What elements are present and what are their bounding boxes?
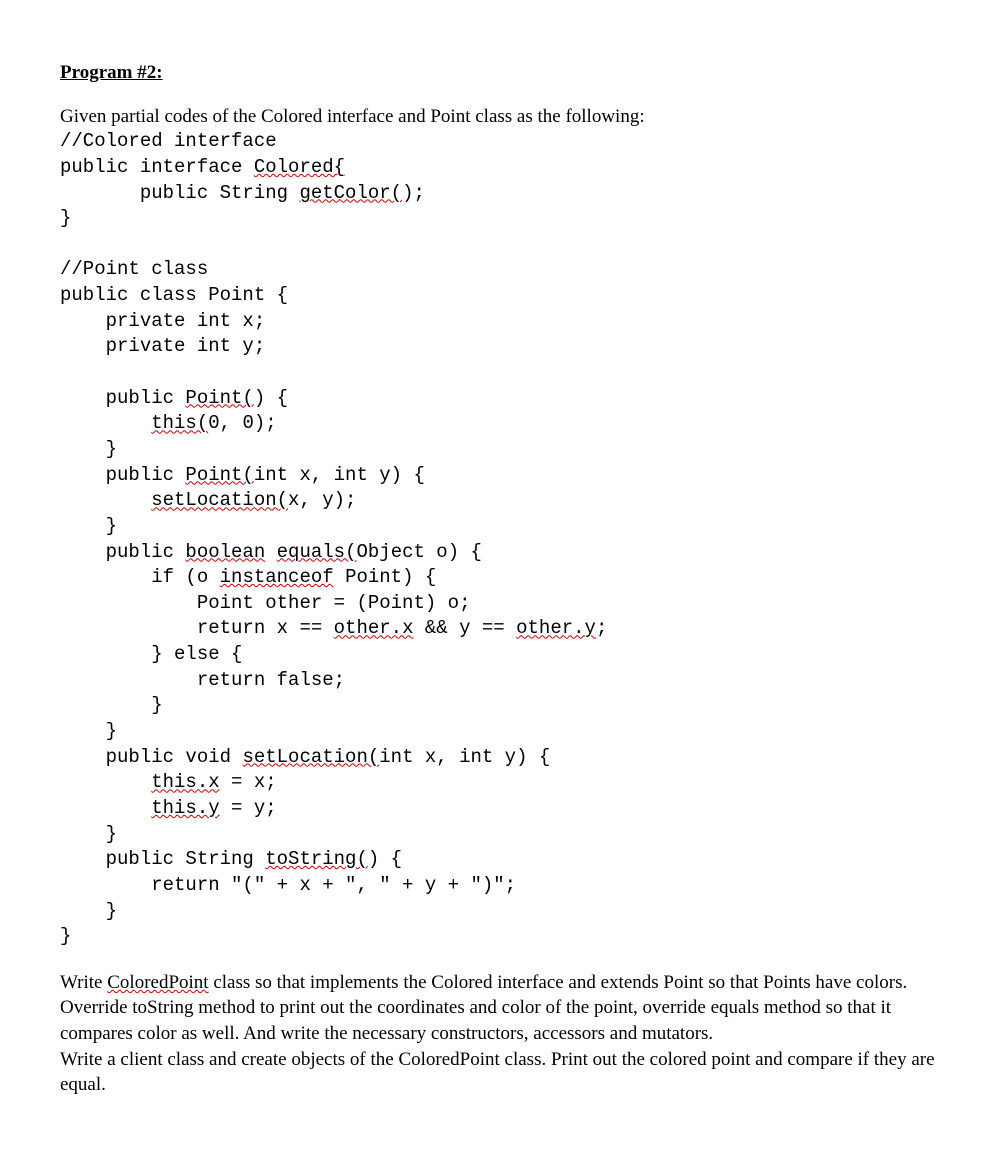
code-text: = y; bbox=[220, 797, 277, 819]
code-text: public bbox=[60, 387, 185, 409]
code-line: } bbox=[60, 207, 71, 229]
code-line: } bbox=[60, 515, 117, 537]
code-text: public bbox=[60, 541, 185, 563]
code-text bbox=[60, 797, 151, 819]
code-text: && y == bbox=[413, 617, 516, 639]
squiggle-text: this( bbox=[151, 412, 208, 434]
instructions-paragraph-2: Write a client class and create objects … bbox=[60, 1047, 940, 1098]
code-line: return x == other.x && y == other.y; bbox=[60, 617, 607, 639]
code-text bbox=[60, 771, 151, 793]
code-line: this(0, 0); bbox=[60, 412, 277, 434]
squiggle-text: getColor( bbox=[299, 182, 402, 204]
code-line: } bbox=[60, 720, 117, 742]
code-text: = x; bbox=[220, 771, 277, 793]
code-line: } bbox=[60, 900, 117, 922]
squiggle-text: this.x bbox=[151, 771, 219, 793]
squiggle-text: ColoredPoint bbox=[107, 972, 208, 993]
code-line: Point other = (Point) o; bbox=[60, 592, 470, 614]
code-block: //Colored interface public interface Col… bbox=[60, 129, 940, 950]
code-line: public String toString() { bbox=[60, 848, 402, 870]
code-text bbox=[265, 541, 276, 563]
squiggle-text: Point( bbox=[185, 464, 253, 486]
code-text bbox=[60, 412, 151, 434]
code-line: public Point(int x, int y) { bbox=[60, 464, 425, 486]
code-line: setLocation(x, y); bbox=[60, 489, 356, 511]
code-line: public String getColor(); bbox=[60, 182, 425, 204]
squiggle-text: Colored{ bbox=[254, 156, 345, 178]
instructions-paragraph-1: Write ColoredPoint class so that impleme… bbox=[60, 970, 940, 1047]
squiggle-text: toString( bbox=[265, 848, 368, 870]
code-text: int x, int y) { bbox=[254, 464, 425, 486]
code-line: //Colored interface bbox=[60, 130, 277, 152]
code-line: } bbox=[60, 694, 163, 716]
code-text: if (o bbox=[60, 566, 220, 588]
code-text: public String bbox=[60, 848, 265, 870]
code-text: x, y); bbox=[288, 489, 356, 511]
code-line: public Point() { bbox=[60, 387, 288, 409]
code-text: Point) { bbox=[334, 566, 437, 588]
code-text: ) { bbox=[254, 387, 288, 409]
squiggle-text: other.x bbox=[334, 617, 414, 639]
code-line: private int y; bbox=[60, 335, 265, 357]
code-line: this.y = y; bbox=[60, 797, 277, 819]
code-line: } else { bbox=[60, 643, 242, 665]
code-line: return false; bbox=[60, 669, 345, 691]
code-text: ) { bbox=[368, 848, 402, 870]
code-line: //Point class bbox=[60, 258, 208, 280]
code-text: public interface bbox=[60, 156, 254, 178]
code-line: private int x; bbox=[60, 310, 265, 332]
code-line: } bbox=[60, 925, 71, 947]
squiggle-text: other.y bbox=[516, 617, 596, 639]
squiggle-text: boolean bbox=[185, 541, 265, 563]
code-line: } bbox=[60, 823, 117, 845]
squiggle-text: equals( bbox=[277, 541, 357, 563]
code-text: public bbox=[60, 464, 185, 486]
code-line: public boolean equals(Object o) { bbox=[60, 541, 482, 563]
code-text: ); bbox=[402, 182, 425, 204]
squiggle-text: instanceof bbox=[220, 566, 334, 588]
code-line: public class Point { bbox=[60, 284, 288, 306]
code-text: 0, 0); bbox=[208, 412, 276, 434]
code-text: int x, int y) { bbox=[379, 746, 550, 768]
code-text: return x == bbox=[60, 617, 334, 639]
code-line: } bbox=[60, 438, 117, 460]
code-line: if (o instanceof Point) { bbox=[60, 566, 436, 588]
squiggle-text: setLocation( bbox=[242, 746, 379, 768]
squiggle-text: Point( bbox=[185, 387, 253, 409]
code-line: return "(" + x + ", " + y + ")"; bbox=[60, 874, 516, 896]
code-text bbox=[60, 489, 151, 511]
code-line: public interface Colored{ bbox=[60, 156, 345, 178]
squiggle-text: setLocation( bbox=[151, 489, 288, 511]
code-text: public void bbox=[60, 746, 242, 768]
code-text: public String bbox=[60, 182, 299, 204]
squiggle-text: this.y bbox=[151, 797, 219, 819]
program-heading: Program #2: bbox=[60, 60, 940, 86]
code-text: ; bbox=[596, 617, 607, 639]
intro-text: Given partial codes of the Colored inter… bbox=[60, 104, 940, 130]
code-line: public void setLocation(int x, int y) { bbox=[60, 746, 550, 768]
code-line: this.x = x; bbox=[60, 771, 277, 793]
code-text: Object o) { bbox=[356, 541, 481, 563]
para1-prefix: Write bbox=[60, 972, 107, 993]
